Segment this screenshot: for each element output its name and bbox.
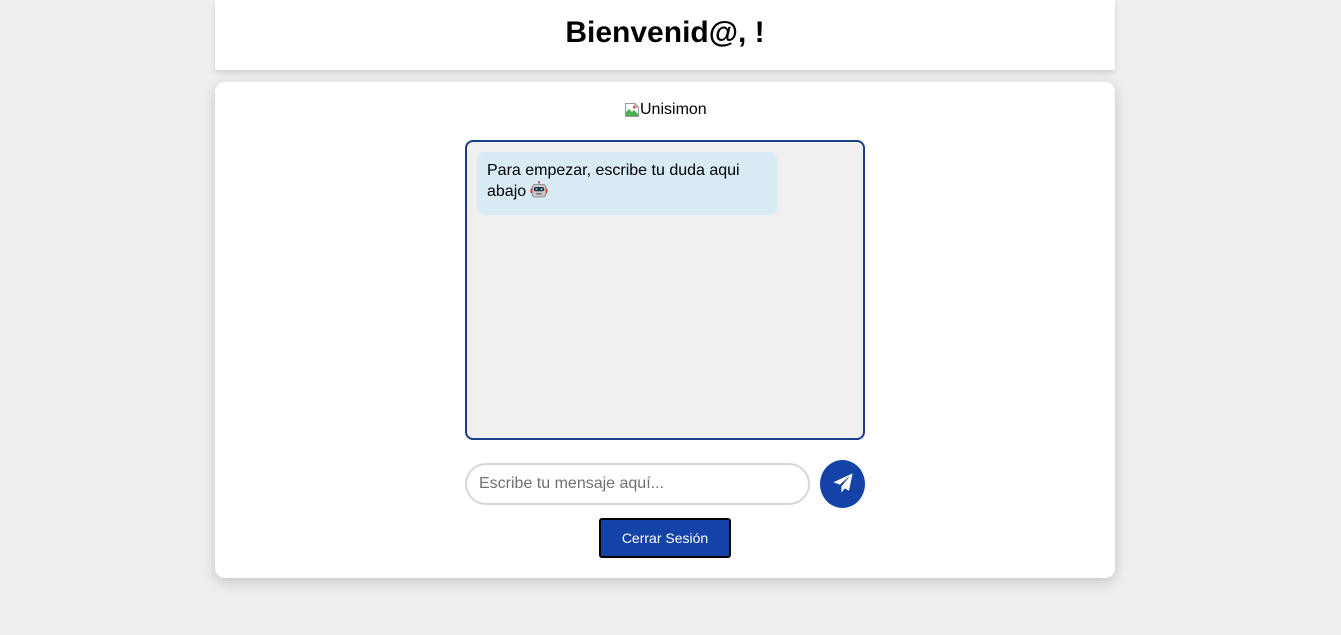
chat-messages-area[interactable]: Para empezar, escribe tu duda aqui abajo xyxy=(465,140,865,440)
logo: Unisimon xyxy=(624,101,707,119)
page-header: Bienvenid@, ! xyxy=(215,0,1115,70)
logo-alt-text: Unisimon xyxy=(640,101,707,118)
message-input[interactable] xyxy=(465,463,810,505)
chat-card: Unisimon Para empezar, escribe tu duda a… xyxy=(215,82,1115,578)
robot-icon xyxy=(530,181,548,205)
send-button[interactable] xyxy=(820,460,865,508)
logout-button[interactable]: Cerrar Sesión xyxy=(599,518,731,558)
bot-message: Para empezar, escribe tu duda aqui abajo xyxy=(477,152,778,215)
broken-image-icon xyxy=(624,102,640,118)
page-title: Bienvenid@, ! xyxy=(565,16,765,49)
bot-message-text: Para empezar, escribe tu duda aqui abajo xyxy=(487,162,740,200)
paper-plane-icon xyxy=(832,472,854,497)
